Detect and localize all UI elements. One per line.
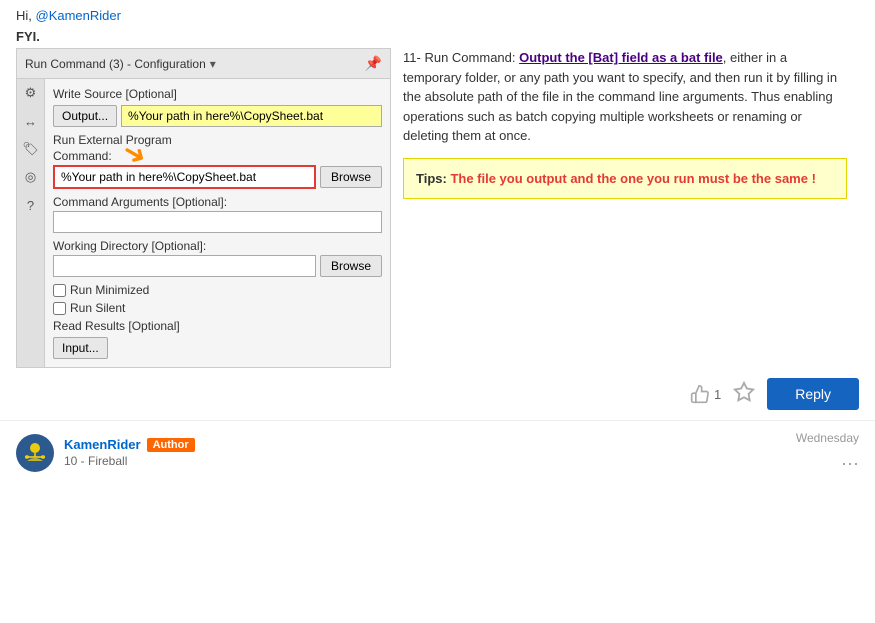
greeting-bar: Hi, @KamenRider: [0, 0, 875, 27]
star-icon: [733, 381, 755, 403]
reply-button[interactable]: Reply: [767, 378, 859, 410]
gear-icon[interactable]: ⚙: [21, 83, 41, 103]
step-number: 11-: [403, 50, 421, 65]
config-form: Write Source [Optional] Output... Run Ex…: [45, 79, 390, 367]
run-minimized-checkbox[interactable]: [53, 284, 66, 297]
username-link[interactable]: @KamenRider: [36, 8, 121, 23]
run-minimized-row: Run Minimized: [53, 283, 382, 297]
greeting-text: Hi,: [16, 8, 36, 23]
right-actions: Wednesday ···: [796, 431, 859, 474]
tip-label: Tips:: [416, 171, 447, 186]
more-button[interactable]: ···: [841, 453, 859, 474]
arrows-icon[interactable]: ↔: [21, 111, 41, 131]
write-source-label: Write Source [Optional]: [53, 87, 382, 101]
star-button[interactable]: [733, 381, 755, 408]
config-title-text: Run Command (3) - Configuration: [25, 57, 206, 71]
like-count: 1: [714, 387, 721, 402]
user-rank: 10 - Fireball: [64, 454, 195, 468]
tip-box: Tips: The file you output and the one yo…: [403, 158, 847, 200]
main-content: Run Command (3) - Configuration ▾ 📌 ⚙ ↔ …: [0, 48, 875, 368]
command-row: ➜ Browse: [53, 165, 382, 189]
user-section: KamenRider Author 10 - Fireball Wednesda…: [0, 420, 875, 484]
run-silent-checkbox[interactable]: [53, 302, 66, 315]
timestamp: Wednesday: [796, 431, 859, 445]
config-body: ⚙ ↔ 🏷 ◎ ? Write Source [Optional] Output…: [17, 79, 390, 367]
command-browse-button[interactable]: Browse: [320, 166, 382, 188]
fyi-text: FYI.: [0, 27, 875, 48]
user-details: KamenRider Author 10 - Fireball: [64, 437, 195, 468]
user-name-row: KamenRider Author: [64, 437, 195, 452]
working-dir-label: Working Directory [Optional]:: [53, 239, 382, 253]
author-badge: Author: [147, 438, 195, 452]
like-button[interactable]: 1: [690, 384, 721, 404]
avatar-image: [17, 435, 53, 471]
working-dir-input[interactable]: [53, 255, 316, 277]
command-args-label: Command Arguments [Optional]:: [53, 195, 382, 209]
config-title: Run Command (3) - Configuration ▾: [25, 57, 216, 71]
avatar: [16, 434, 54, 472]
left-panel: Run Command (3) - Configuration ▾ 📌 ⚙ ↔ …: [16, 48, 391, 368]
step-text-prefix: Run Command:: [424, 50, 519, 65]
chevron-down-icon[interactable]: ▾: [210, 57, 216, 71]
user-name[interactable]: KamenRider: [64, 437, 141, 452]
step-highlight: Output the [Bat] field as a bat file: [519, 50, 723, 65]
input-button[interactable]: Input...: [53, 337, 108, 359]
tip-text: The file you output and the one you run …: [447, 171, 816, 186]
working-dir-row: Browse: [53, 255, 382, 277]
icons-sidebar: ⚙ ↔ 🏷 ◎ ?: [17, 79, 45, 367]
write-source-input[interactable]: [121, 105, 382, 127]
circle-icon[interactable]: ◎: [21, 167, 41, 187]
read-results-label: Read Results [Optional]: [53, 319, 382, 333]
command-args-input[interactable]: [53, 211, 382, 233]
tag-icon[interactable]: 🏷: [21, 139, 41, 159]
question-icon[interactable]: ?: [21, 195, 41, 215]
output-button[interactable]: Output...: [53, 105, 117, 127]
thumbsup-icon: [690, 384, 710, 404]
right-panel: 11- Run Command: Output the [Bat] field …: [391, 48, 859, 368]
action-bar: 1 Reply: [0, 368, 875, 420]
run-external-label: Run External Program: [53, 133, 382, 147]
working-dir-browse-button[interactable]: Browse: [320, 255, 382, 277]
content-text: 11- Run Command: Output the [Bat] field …: [403, 48, 847, 199]
config-header: Run Command (3) - Configuration ▾ 📌: [17, 49, 390, 79]
write-source-row: Output...: [53, 105, 382, 127]
run-minimized-label: Run Minimized: [70, 283, 149, 297]
pin-icon[interactable]: 📌: [365, 55, 382, 72]
run-silent-label: Run Silent: [70, 301, 125, 315]
command-label: Command:: [53, 149, 382, 163]
run-silent-row: Run Silent: [53, 301, 382, 315]
command-input[interactable]: [53, 165, 316, 189]
user-info: KamenRider Author 10 - Fireball: [16, 434, 195, 472]
